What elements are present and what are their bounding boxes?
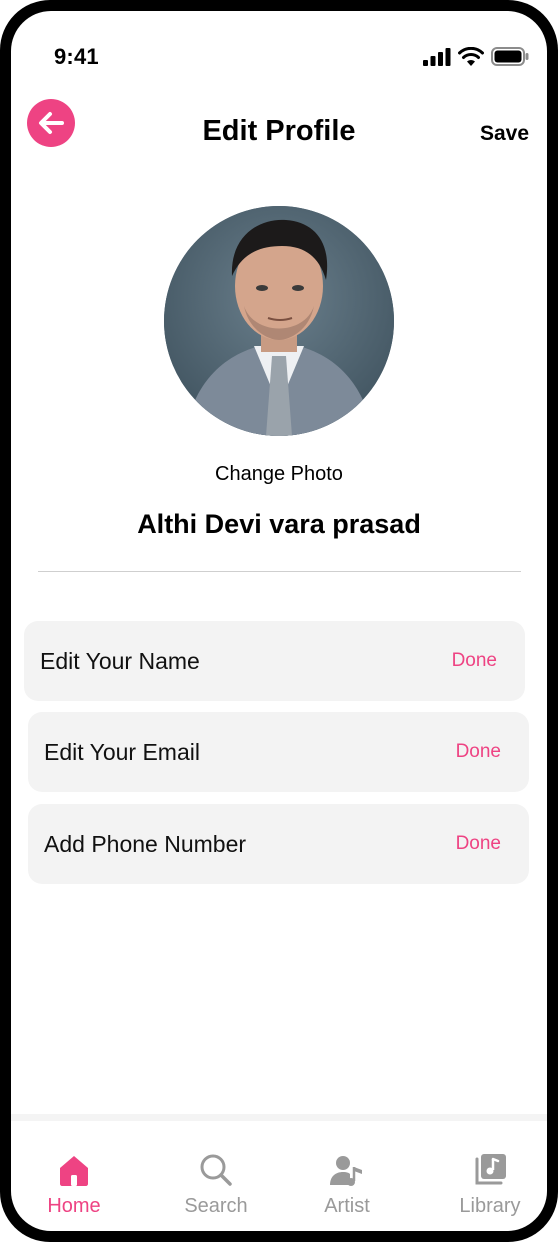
nav-label-search: Search (184, 1195, 248, 1217)
edit-email-row[interactable]: Edit Your Email Done (28, 712, 529, 792)
edit-name-row[interactable]: Edit Your Name Done (24, 621, 525, 701)
profile-name: Althi Devi vara prasad (137, 509, 421, 539)
signal-icon (423, 47, 451, 66)
avatar[interactable] (164, 206, 394, 436)
nav-label-library: Library (459, 1195, 521, 1217)
home-icon (60, 1156, 88, 1186)
nav-item-library[interactable]: Library (435, 1143, 545, 1218)
add-phone-label: Add Phone Number (44, 830, 247, 857)
add-phone-row[interactable]: Add Phone Number Done (28, 804, 529, 884)
profile-photo (164, 206, 394, 436)
change-photo-link[interactable]: Change Photo (11, 463, 547, 486)
nav-item-artist[interactable]: Artist (292, 1143, 402, 1218)
status-icons (423, 47, 529, 66)
nav-label-home: Home (47, 1195, 101, 1217)
save-button[interactable]: Save (480, 122, 529, 146)
add-phone-done-button[interactable]: Done (456, 833, 501, 855)
search-icon (200, 1154, 232, 1186)
battery-icon (491, 47, 529, 66)
edit-email-done-button[interactable]: Done (456, 741, 501, 763)
artist-icon (330, 1156, 362, 1186)
nav-separator (11, 1114, 547, 1121)
page-title: Edit Profile (202, 115, 356, 147)
nav-item-home[interactable]: Home (19, 1143, 129, 1218)
edit-name-label: Edit Your Name (40, 647, 200, 674)
status-time: 9:41 (54, 44, 99, 69)
bottom-nav: Home Search Artist Library (11, 1121, 547, 1231)
screen: 9:41 Edit Profile Save Change Photo Alth… (11, 11, 547, 1231)
library-icon (475, 1154, 506, 1185)
wifi-icon (458, 47, 484, 66)
device-frame: 9:41 Edit Profile Save Change Photo Alth… (0, 0, 558, 1242)
nav-label-artist: Artist (324, 1195, 370, 1217)
divider (38, 571, 521, 572)
edit-name-done-button[interactable]: Done (452, 650, 497, 672)
nav-item-search[interactable]: Search (161, 1143, 271, 1218)
edit-email-label: Edit Your Email (44, 738, 200, 765)
